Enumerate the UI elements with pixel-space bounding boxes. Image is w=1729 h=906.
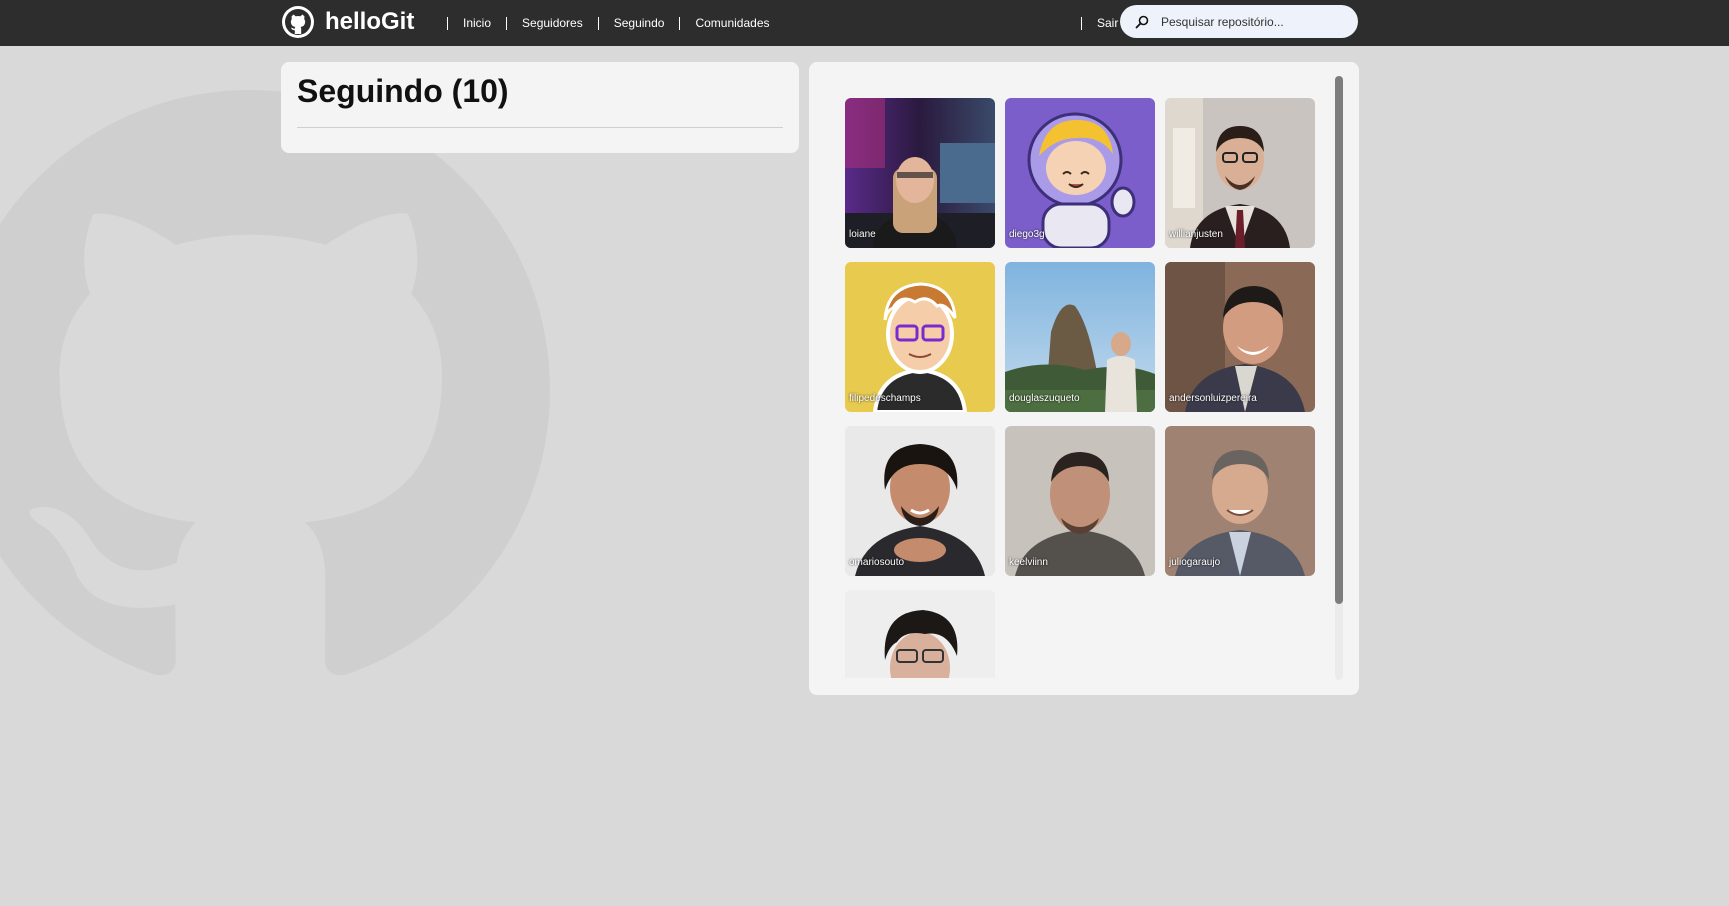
brand[interactable]: helloGit [281,5,414,39]
following-card[interactable]: andersonluizpereira [1165,262,1315,412]
avatar [845,590,995,678]
following-grid-viewport: loiane diego3g willianjusten filipedesch… [845,98,1315,678]
nav-link-seguidores[interactable]: Seguidores [522,16,583,30]
avatar [845,98,995,248]
nav-separator [1081,16,1082,30]
following-username: filipedeschamps [849,393,921,404]
main-nav: Inicio Seguidores Seguindo Comunidades [432,0,770,46]
following-panel: loiane diego3g willianjusten filipedesch… [809,62,1359,695]
nav-link-inicio[interactable]: Inicio [463,16,491,30]
following-username: loiane [849,229,876,240]
scrollbar-thumb[interactable] [1335,76,1343,604]
following-card[interactable]: willianjusten [1165,98,1315,248]
divider [297,127,783,128]
following-card[interactable]: loiane [845,98,995,248]
page-title: Seguindo (10) [297,73,509,109]
brand-name: helloGit [325,8,415,35]
following-card[interactable]: omariosouto [845,426,995,576]
nav-separator [506,16,508,30]
following-card[interactable]: keelviinn [1005,426,1155,576]
nav-link-seguindo[interactable]: Seguindo [614,16,665,30]
nav-link-comunidades[interactable]: Comunidades [695,16,769,30]
following-username: willianjusten [1169,229,1223,240]
scrollbar[interactable] [1335,76,1343,680]
following-username: keelviinn [1009,557,1048,568]
following-username: douglaszuqueto [1009,393,1080,404]
avatar [1165,262,1315,412]
title-card: Seguindo (10) [281,62,799,153]
nav-separator [597,16,599,30]
logout-group: Sair [1066,0,1118,46]
following-username: omariosouto [849,557,905,568]
following-grid: loiane diego3g willianjusten filipedesch… [845,98,1315,678]
nav-separator [447,16,448,30]
following-card[interactable]: filipedeschamps [845,262,995,412]
github-background-icon [0,90,550,676]
following-username: diego3g [1009,229,1045,240]
avatar [1005,426,1155,576]
avatar [845,426,995,576]
avatar [1165,426,1315,576]
search-input[interactable] [1159,13,1353,30]
search-icon [1135,15,1149,28]
following-card[interactable]: juliogaraujo [1165,426,1315,576]
following-card[interactable]: diego3g [1005,98,1155,248]
github-icon [282,6,314,38]
following-username: juliogaraujo [1169,557,1221,568]
search-box[interactable] [1120,5,1358,38]
logout-link[interactable]: Sair [1097,16,1118,30]
top-navbar: helloGit Inicio Seguidores Seguindo Comu… [0,0,1729,46]
avatar [1165,98,1315,248]
following-card[interactable] [845,590,995,678]
following-card[interactable]: douglaszuqueto [1005,262,1155,412]
avatar [1005,98,1155,248]
following-username: andersonluizpereira [1169,393,1257,404]
nav-separator [679,16,681,30]
avatar [845,262,995,412]
avatar [1005,262,1155,412]
